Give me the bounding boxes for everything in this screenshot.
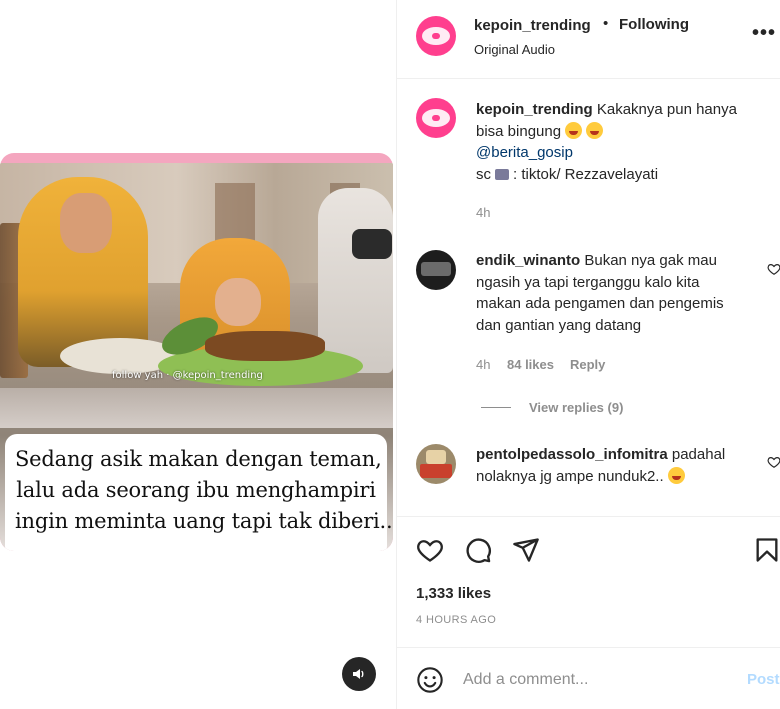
save-bookmark-icon[interactable] xyxy=(753,536,780,564)
smiling-emoji-icon xyxy=(586,121,604,139)
comment-text: pentolpedassolo_infomitra padahal nolakn… xyxy=(476,444,761,487)
video-caption-line: ingin meminta uang tapi tak diberi.... xyxy=(15,509,393,533)
like-comment-heart-icon[interactable] xyxy=(767,455,780,469)
share-paper-plane-icon[interactable] xyxy=(512,536,540,564)
post-caption: kepoin_trending Kakaknya pun hanya bisa … xyxy=(476,99,766,185)
scene-food xyxy=(205,331,325,361)
following-button[interactable]: Following xyxy=(619,16,689,33)
sound-toggle-button[interactable] xyxy=(342,657,376,691)
scene-mask xyxy=(352,229,392,259)
add-comment-bar: Post xyxy=(397,647,780,709)
camera-emoji-icon xyxy=(495,168,509,180)
avatar[interactable] xyxy=(416,444,456,484)
scene-shelf xyxy=(215,183,255,243)
avatar-graphic xyxy=(426,450,446,464)
like-heart-icon[interactable] xyxy=(416,536,444,564)
post-header: kepoin_trending • Following Original Aud… xyxy=(397,0,780,79)
video-caption-box: Sedang asik makan dengan teman, lalu ada… xyxy=(5,434,393,551)
comment-username[interactable]: endik_winanto xyxy=(476,252,580,269)
laughing-emoji-icon xyxy=(667,466,685,484)
scene-person xyxy=(318,188,393,373)
caption-source-text: : tiktok/ Rezzavelayati xyxy=(513,165,659,183)
caption-time[interactable]: 4h xyxy=(476,205,490,220)
avatar[interactable] xyxy=(416,16,456,56)
post-comment-button[interactable]: Post xyxy=(747,671,780,688)
add-comment-input[interactable] xyxy=(463,668,723,692)
post-time[interactable]: 4 HOURS AGO xyxy=(416,614,496,626)
mention-link[interactable]: @berita_gosip xyxy=(476,144,573,161)
reply-button[interactable]: Reply xyxy=(570,357,605,372)
replies-divider xyxy=(481,407,511,408)
caption-username[interactable]: kepoin_trending xyxy=(476,101,593,118)
header-separator: • xyxy=(603,15,609,32)
avatar-graphic xyxy=(420,464,452,478)
header-username[interactable]: kepoin_trending xyxy=(474,17,591,34)
avatar-graphic xyxy=(421,262,451,276)
caption-source-prefix: sc xyxy=(476,165,491,183)
post-side-panel: kepoin_trending • Following Original Aud… xyxy=(396,0,780,709)
comment-likes[interactable]: 84 likes xyxy=(507,357,554,372)
more-options-button[interactable]: ••• xyxy=(752,22,776,45)
scene-face xyxy=(60,193,112,253)
avatar-graphic xyxy=(432,33,440,39)
video-caption-line: Sedang asik makan dengan teman, xyxy=(15,447,382,471)
likes-count[interactable]: 1,333 likes xyxy=(416,585,491,602)
comment-username[interactable]: pentolpedassolo_infomitra xyxy=(476,446,668,463)
comments-list: kepoin_trending Kakaknya pun hanya bisa … xyxy=(397,80,780,516)
comment-text: endik_winanto Bukan nya gak mau ngasih y… xyxy=(476,250,746,336)
media-pane: follow yah · @kepoin_trending Sedang asi… xyxy=(0,0,396,709)
post-actions: 1,333 likes 4 HOURS AGO xyxy=(397,516,780,646)
video-caption-line: lalu ada seorang ibu menghampiri xyxy=(16,478,376,502)
scene-face xyxy=(215,278,261,326)
view-replies-button[interactable]: View replies (9) xyxy=(529,400,623,415)
grinning-emoji-icon xyxy=(565,121,583,139)
comment-time[interactable]: 4h xyxy=(476,357,490,372)
like-comment-heart-icon[interactable] xyxy=(767,262,780,276)
avatar-graphic xyxy=(432,115,440,121)
comment-bubble-icon[interactable] xyxy=(464,536,492,564)
video-frame: follow yah · @kepoin_trending Sedang asi… xyxy=(0,163,393,551)
speaker-icon xyxy=(353,669,364,679)
avatar[interactable] xyxy=(416,250,456,290)
video-watermark: follow yah · @kepoin_trending xyxy=(112,370,263,381)
audio-link[interactable]: Original Audio xyxy=(474,42,555,57)
avatar[interactable] xyxy=(416,98,456,138)
scene-table xyxy=(0,388,393,428)
emoji-smiley-icon[interactable] xyxy=(416,666,444,694)
video-player[interactable]: follow yah · @kepoin_trending Sedang asi… xyxy=(0,153,393,551)
